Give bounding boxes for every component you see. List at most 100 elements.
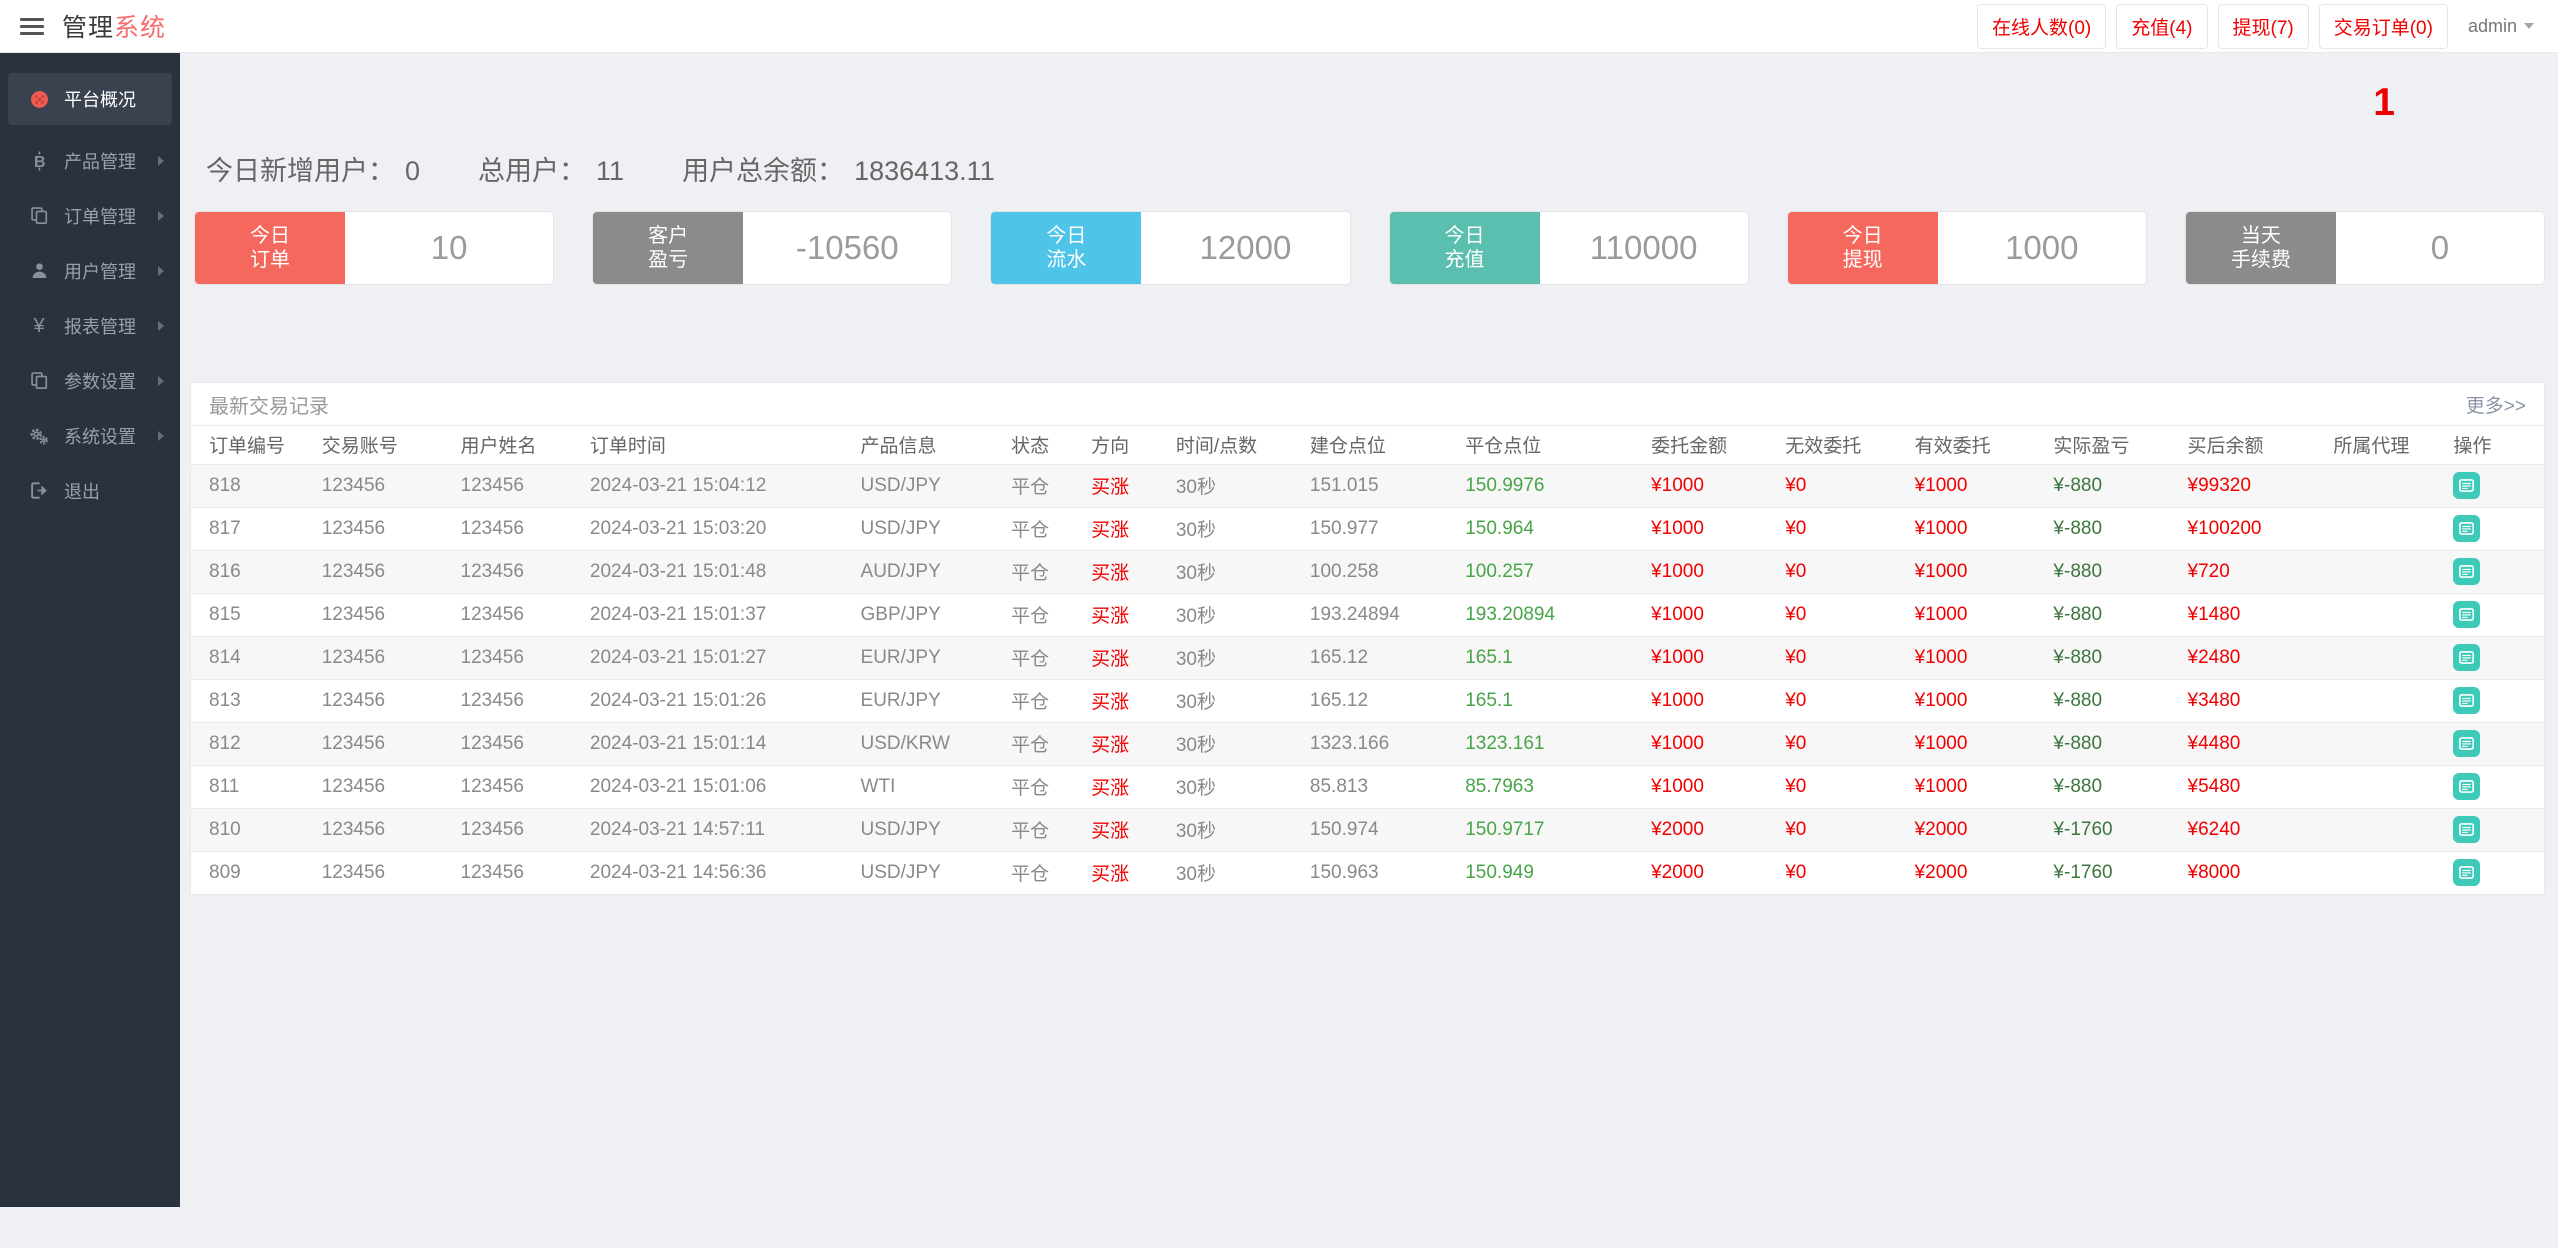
cell-agent — [2327, 549, 2448, 593]
cell-action — [2447, 592, 2544, 636]
stat-label: 总用户： — [478, 156, 587, 186]
cell-valid: ¥1000 — [1908, 635, 2048, 679]
cell-balance: ¥5480 — [2181, 764, 2328, 808]
admin-user-menu[interactable]: admin — [2458, 16, 2544, 37]
order-detail-button[interactable] — [2453, 773, 2481, 800]
cell-duration: 30秒 — [1169, 506, 1304, 550]
sidebar-item-system[interactable]: 系统设置 — [0, 408, 180, 463]
quick-link-trade-orders[interactable]: 交易订单(0) — [2318, 3, 2448, 49]
cell-order-no: 818 — [191, 463, 316, 507]
cell-open: 165.12 — [1303, 678, 1460, 722]
notification-badge: 1 — [2373, 81, 2395, 124]
cell-time: 2024-03-21 15:01:27 — [583, 635, 855, 679]
cell-direction: 买涨 — [1085, 850, 1170, 894]
sidebar-item-orders[interactable]: 订单管理 — [0, 188, 180, 243]
order-detail-button[interactable] — [2453, 515, 2481, 542]
card-value: 110000 — [1589, 229, 1698, 266]
sidebar-item-label: 报表管理 — [64, 316, 136, 337]
cell-action — [2447, 850, 2544, 894]
cell-name: 123456 — [454, 463, 584, 507]
cell-close: 165.1 — [1459, 678, 1646, 722]
cell-pnl: ¥-880 — [2047, 764, 2182, 808]
stat-label: 今日新增用户： — [206, 156, 395, 186]
table-row: 811 123456 123456 2024-03-21 15:01:06 WTI 平仓买… — [191, 764, 2544, 808]
cell-amount: ¥1000 — [1645, 678, 1780, 722]
sidebar-item-label: 产品管理 — [64, 151, 136, 172]
hamburger-menu-icon[interactable] — [20, 14, 44, 39]
cell-open: 151.015 — [1303, 463, 1460, 507]
cell-open: 100.258 — [1303, 549, 1460, 593]
bitcoin-icon: B — [26, 151, 52, 171]
sidebar-item-logout[interactable]: 退出 — [0, 463, 180, 518]
cell-open: 165.12 — [1303, 635, 1460, 679]
sidebar-item-params[interactable]: 参数设置 — [0, 353, 180, 408]
quick-link-recharge[interactable]: 充值(4) — [2116, 3, 2208, 49]
sidebar-item-overview[interactable]: 平台概况 — [8, 73, 172, 125]
cell-time: 2024-03-21 15:01:14 — [583, 721, 855, 765]
sidebar-item-label: 订单管理 — [64, 206, 136, 227]
card-label: 客户 盈亏 — [593, 212, 744, 284]
cell-name: 123456 — [454, 721, 584, 765]
quick-link-withdraw[interactable]: 提现(7) — [2217, 3, 2309, 49]
cell-action — [2447, 635, 2544, 679]
cell-amount: ¥1000 — [1645, 764, 1780, 808]
panel-title: 最新交易记录 — [209, 395, 329, 418]
chevron-right-icon — [158, 375, 164, 386]
more-link[interactable]: 更多>> — [2466, 391, 2526, 418]
cell-duration: 30秒 — [1169, 764, 1304, 808]
cell-open: 150.974 — [1303, 807, 1460, 851]
cell-status: 平仓 — [1005, 721, 1086, 765]
cell-action — [2447, 678, 2544, 722]
cell-time: 2024-03-21 15:01:37 — [583, 592, 855, 636]
cell-amount: ¥1000 — [1645, 549, 1780, 593]
order-detail-icon — [2459, 866, 2475, 880]
order-detail-button[interactable] — [2453, 644, 2481, 671]
cell-invalid: ¥0 — [1779, 506, 1909, 550]
cell-amount: ¥1000 — [1645, 463, 1780, 507]
order-detail-button[interactable] — [2453, 558, 2481, 585]
sidebar-item-reports[interactable]: ¥ 报表管理 — [0, 298, 180, 353]
cell-agent — [2327, 635, 2448, 679]
sidebar-item-label: 平台概况 — [64, 90, 136, 110]
sidebar-item-users[interactable]: 用户管理 — [0, 243, 180, 298]
cell-account: 123456 — [315, 678, 455, 722]
cell-close: 165.1 — [1459, 635, 1646, 679]
user-icon — [26, 262, 52, 279]
cell-amount: ¥1000 — [1645, 506, 1780, 550]
quick-link-online-users[interactable]: 在线人数(0) — [1977, 3, 2107, 49]
summary-card-today-orders: 今日 订单 10 — [195, 212, 554, 284]
cell-agent — [2327, 463, 2448, 507]
chevron-down-icon — [2524, 23, 2534, 29]
order-detail-icon — [2459, 522, 2475, 535]
cell-status: 平仓 — [1005, 764, 1086, 808]
order-detail-icon — [2459, 565, 2475, 578]
cell-action — [2447, 463, 2544, 507]
order-detail-button[interactable] — [2453, 859, 2481, 887]
sidebar-item-products[interactable]: B 产品管理 — [0, 133, 180, 188]
cell-action — [2447, 764, 2544, 808]
order-detail-button[interactable] — [2453, 687, 2481, 714]
cell-duration: 30秒 — [1169, 592, 1304, 636]
cell-balance: ¥8000 — [2181, 850, 2328, 894]
cell-account: 123456 — [315, 506, 455, 550]
params-icon — [26, 372, 52, 389]
cell-action — [2447, 807, 2544, 851]
cell-order-no: 814 — [191, 635, 316, 679]
summary-cards: 今日 订单 10 客户 盈亏 -10560 今日 流水 12000 今日 充值 110000 今日 提现 1… — [195, 212, 2545, 284]
cell-balance: ¥3480 — [2181, 678, 2328, 722]
cell-name: 123456 — [454, 506, 584, 550]
order-detail-button[interactable] — [2453, 601, 2481, 628]
column-header: 所属代理 — [2333, 436, 2410, 458]
table-header-row: 订单编号 交易账号 用户姓名 订单时间 产品信息 状态 方向 时间/点数 建仓点位 平仓点位 委托金… — [191, 426, 2544, 464]
panel-header: 最新交易记录 更多>> — [191, 383, 2544, 426]
column-header: 有效委托 — [1914, 436, 1991, 458]
cell-name: 123456 — [454, 592, 584, 636]
order-detail-button[interactable] — [2453, 730, 2481, 757]
cell-product: AUD/JPY — [854, 549, 1006, 593]
cell-status: 平仓 — [1005, 678, 1086, 722]
cell-open: 1323.166 — [1303, 721, 1460, 765]
table-row: 813 123456 123456 2024-03-21 15:01:26 EUR/JP… — [191, 678, 2544, 722]
order-detail-button[interactable] — [2453, 472, 2481, 499]
order-detail-button[interactable] — [2453, 816, 2481, 843]
cell-duration: 30秒 — [1169, 463, 1304, 507]
